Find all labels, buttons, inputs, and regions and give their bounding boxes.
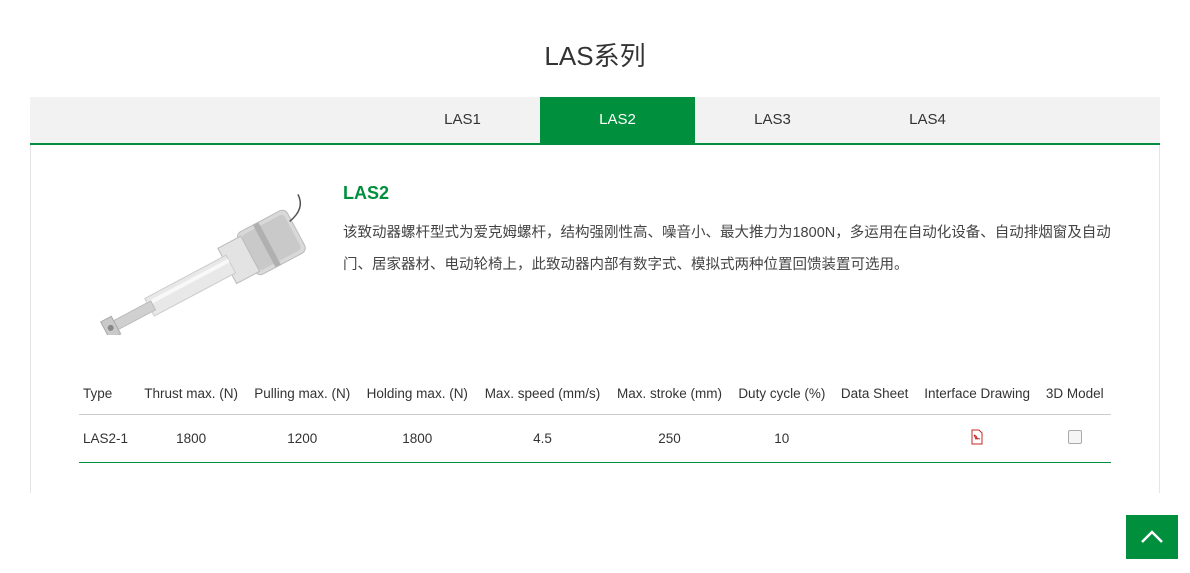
cell-stroke: 250 [609, 414, 731, 462]
cell-holding: 1800 [358, 414, 476, 462]
tab-spacer [30, 97, 385, 143]
col-holding: Holding max. (N) [358, 375, 476, 414]
tab-las3[interactable]: LAS3 [695, 97, 850, 143]
cell-speed: 4.5 [476, 414, 609, 462]
col-datasheet: Data Sheet [833, 375, 916, 414]
col-stroke: Max. stroke (mm) [609, 375, 731, 414]
tab-bar: LAS1 LAS2 LAS3 LAS4 [30, 97, 1160, 145]
content-panel: LAS2 该致动器螺杆型式为爱克姆螺杆，结构强刚性高、噪音小、最大推力为1800… [30, 145, 1160, 493]
cell-duty: 10 [730, 414, 833, 462]
tab-las2[interactable]: LAS2 [540, 97, 695, 143]
cell-3dmodel [1038, 414, 1111, 462]
tab-spacer-right [1005, 97, 1160, 143]
cell-thrust: 1800 [136, 414, 246, 462]
product-box: LAS2 该致动器螺杆型式为爱克姆螺杆，结构强刚性高、噪音小、最大推力为1800… [79, 175, 1111, 335]
cell-type: LAS2-1 [79, 414, 136, 462]
col-interface: Interface Drawing [916, 375, 1038, 414]
cell-pulling: 1200 [246, 414, 358, 462]
product-name: LAS2 [343, 183, 1111, 204]
cell-interface [916, 414, 1038, 462]
chevron-up-icon [1139, 529, 1165, 545]
spec-table: Type Thrust max. (N) Pulling max. (N) Ho… [79, 375, 1111, 463]
doc-icon[interactable] [1068, 430, 1082, 444]
table-header-row: Type Thrust max. (N) Pulling max. (N) Ho… [79, 375, 1111, 414]
col-duty: Duty cycle (%) [730, 375, 833, 414]
tab-las1[interactable]: LAS1 [385, 97, 540, 143]
col-pulling: Pulling max. (N) [246, 375, 358, 414]
table-row: LAS2-1 1800 1200 1800 4.5 250 10 [79, 414, 1111, 462]
tab-las4[interactable]: LAS4 [850, 97, 1005, 143]
col-type: Type [79, 375, 136, 414]
col-3dmodel: 3D Model [1038, 375, 1111, 414]
page-title: LAS系列 [0, 0, 1190, 97]
col-thrust: Thrust max. (N) [136, 375, 246, 414]
pdf-icon[interactable] [970, 429, 984, 445]
scroll-top-button[interactable] [1126, 515, 1178, 559]
product-text: 该致动器螺杆型式为爱克姆螺杆，结构强刚性高、噪音小、最大推力为1800N，多运用… [343, 218, 1111, 282]
cell-datasheet [833, 414, 916, 462]
col-speed: Max. speed (mm/s) [476, 375, 609, 414]
product-image [79, 175, 319, 335]
product-description: LAS2 该致动器螺杆型式为爱克姆螺杆，结构强刚性高、噪音小、最大推力为1800… [343, 175, 1111, 282]
